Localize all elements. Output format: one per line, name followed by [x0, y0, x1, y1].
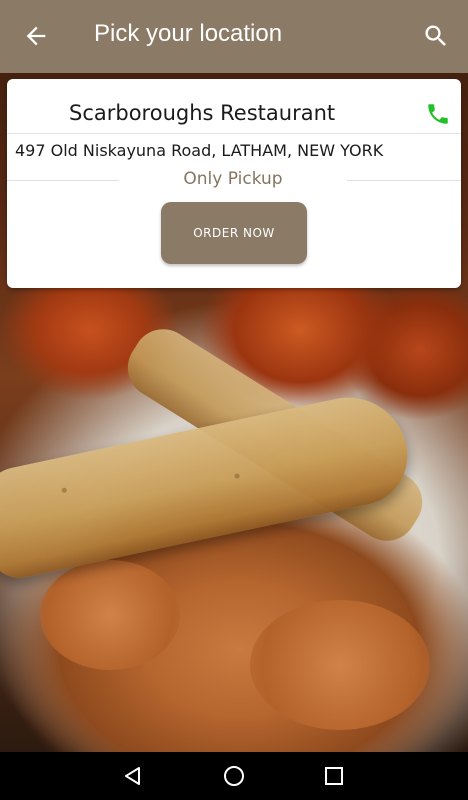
- restaurant-name: Scarboroughs Restaurant: [69, 101, 336, 125]
- nav-recent-icon[interactable]: [323, 765, 345, 787]
- search-icon[interactable]: [422, 22, 450, 50]
- system-navigation-bar: [0, 752, 468, 800]
- divider: [347, 180, 461, 181]
- page-title: Pick your location: [94, 20, 283, 47]
- top-app-bar: Pick your location: [0, 0, 468, 73]
- restaurant-address: 497 Old Niskayuna Road, LATHAM, NEW YORK: [15, 141, 384, 160]
- nav-home-icon[interactable]: [223, 765, 245, 787]
- arrow-left-icon[interactable]: [22, 22, 50, 50]
- phone-icon[interactable]: [425, 101, 451, 127]
- divider: [7, 133, 461, 134]
- restaurant-card: Scarboroughs Restaurant 497 Old Niskayun…: [7, 79, 461, 288]
- service-type-label: Only Pickup: [183, 169, 283, 189]
- sauce-area: [250, 600, 430, 730]
- sauce-area: [40, 560, 180, 670]
- divider: [7, 180, 119, 181]
- order-now-button[interactable]: ORDER NOW: [161, 202, 307, 264]
- nav-back-icon[interactable]: [122, 765, 144, 787]
